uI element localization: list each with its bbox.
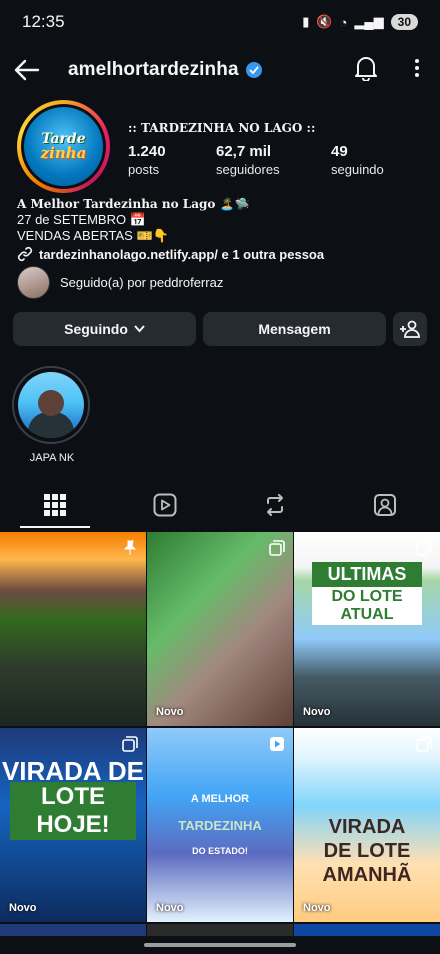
profile-username: amelhortardezinha [68, 59, 239, 80]
reels-icon [153, 493, 177, 517]
post-headline: DE LOTE [323, 840, 411, 862]
add-user-icon [400, 320, 420, 338]
tab-tagged[interactable] [330, 482, 440, 528]
status-time: 12:35 [22, 12, 65, 31]
status-bar: 12:35 ▮ 🔇 ◔ ▂▄▆ 30 [0, 0, 440, 44]
posts-grid: Novo ULTIMAS HORAS DO LOTE ATUAL Novo VI… [0, 532, 440, 938]
pin-icon [123, 540, 137, 555]
sim-icon: ▮ [302, 14, 310, 29]
followed-by[interactable]: Seguido(a) por peddroferraz [17, 266, 223, 299]
profile-tabs [0, 482, 440, 528]
grid-icon [44, 494, 66, 516]
stat-posts[interactable]: 1.240 posts [128, 143, 216, 177]
profile-actions: Seguindo Mensagem [13, 312, 427, 346]
bio-line: A Melhor Tardezinha no Lago 🏝️🛸 [17, 197, 250, 211]
post-headline: VIRADA [328, 816, 406, 838]
wifi-icon: ◔ [339, 14, 348, 30]
link-icon [17, 246, 33, 262]
reel-play-icon [270, 737, 284, 751]
highlight-label: JAPA NK [29, 452, 75, 464]
new-post-tag: Novo [156, 902, 184, 914]
notification-bell-icon[interactable] [354, 55, 378, 86]
post-headline: A MELHOR [190, 793, 250, 805]
suggest-people-button[interactable] [393, 312, 427, 346]
carousel-icon [416, 736, 432, 752]
more-options-icon[interactable] [414, 58, 420, 83]
follower-avatar [17, 266, 50, 299]
carousel-icon [269, 540, 285, 556]
back-arrow-icon[interactable] [14, 56, 42, 84]
new-post-tag: Novo [303, 902, 331, 914]
profile-logo: Tarde zinha [24, 107, 103, 186]
home-indicator[interactable] [144, 943, 296, 947]
carousel-icon [122, 736, 138, 752]
post-thumbnail[interactable]: VIRADA DE LOTE AMANHÃ Novo [294, 728, 440, 922]
stat-followers[interactable]: 62,7 mil seguidores [216, 143, 331, 177]
profile-display-name: :: TARDEZINHA NO LAGO :: [128, 121, 316, 135]
carousel-icon [416, 540, 432, 556]
profile-bio: A Melhor Tardezinha no Lago 🏝️🛸 27 de SE… [17, 196, 249, 244]
post-thumbnail[interactable]: VIRADA DE LOTE HOJE! Novo [0, 728, 146, 922]
new-post-tag: Novo [156, 706, 184, 718]
status-icons: ▮ 🔇 ◔ ▂▄▆ 30 [302, 14, 418, 30]
following-button[interactable]: Seguindo [13, 312, 196, 346]
profile-header: amelhortardezinha [0, 48, 440, 92]
profile-link[interactable]: tardezinhanolago.netlify.app/ e 1 outra … [17, 246, 324, 262]
tab-reels[interactable] [110, 482, 220, 528]
message-button[interactable]: Mensagem [203, 312, 386, 346]
post-headline: LOTE HOJE! [10, 782, 136, 840]
link-text: tardezinhanolago.netlify.app/ e 1 outra … [39, 246, 325, 262]
tab-posts-grid[interactable] [0, 482, 110, 528]
bio-line: VENDAS ABERTAS 🎫👇 [17, 228, 169, 243]
bio-line: 27 de SETEMBRO 📅 [17, 212, 146, 227]
followed-by-text: Seguido(a) por peddroferraz [60, 275, 224, 290]
highlight-item[interactable]: JAPA NK [12, 366, 92, 464]
verified-badge-icon [245, 62, 262, 78]
post-thumbnail[interactable]: A MELHOR TARDEZINHA DO ESTADO! Novo [147, 728, 293, 922]
new-post-tag: Novo [303, 706, 331, 718]
highlight-cover [18, 372, 84, 438]
post-headline: TARDEZINHA [178, 818, 262, 833]
new-post-tag: Novo [9, 902, 37, 914]
post-thumbnail[interactable]: ULTIMAS HORAS DO LOTE ATUAL Novo [294, 532, 440, 726]
post-headline: DO ESTADO! [192, 846, 248, 856]
profile-avatar[interactable]: Tarde zinha [17, 100, 110, 193]
post-thumbnail[interactable] [0, 532, 146, 726]
repost-icon [267, 494, 283, 516]
post-headline: AMANHÃ [322, 864, 412, 886]
tagged-person-icon [374, 494, 396, 516]
tab-reposts[interactable] [220, 482, 330, 528]
post-thumbnail[interactable]: Novo [147, 532, 293, 726]
stat-following[interactable]: 49 seguindo [331, 143, 419, 177]
signal-icon: ▂▄▆ [354, 14, 384, 29]
chevron-down-icon [134, 325, 145, 333]
profile-stats: 1.240 posts 62,7 mil seguidores 49 segui… [128, 143, 419, 177]
post-headline: DO LOTE ATUAL [312, 587, 422, 625]
battery-icon: 30 [390, 14, 418, 30]
mute-icon: 🔇 [316, 14, 333, 29]
